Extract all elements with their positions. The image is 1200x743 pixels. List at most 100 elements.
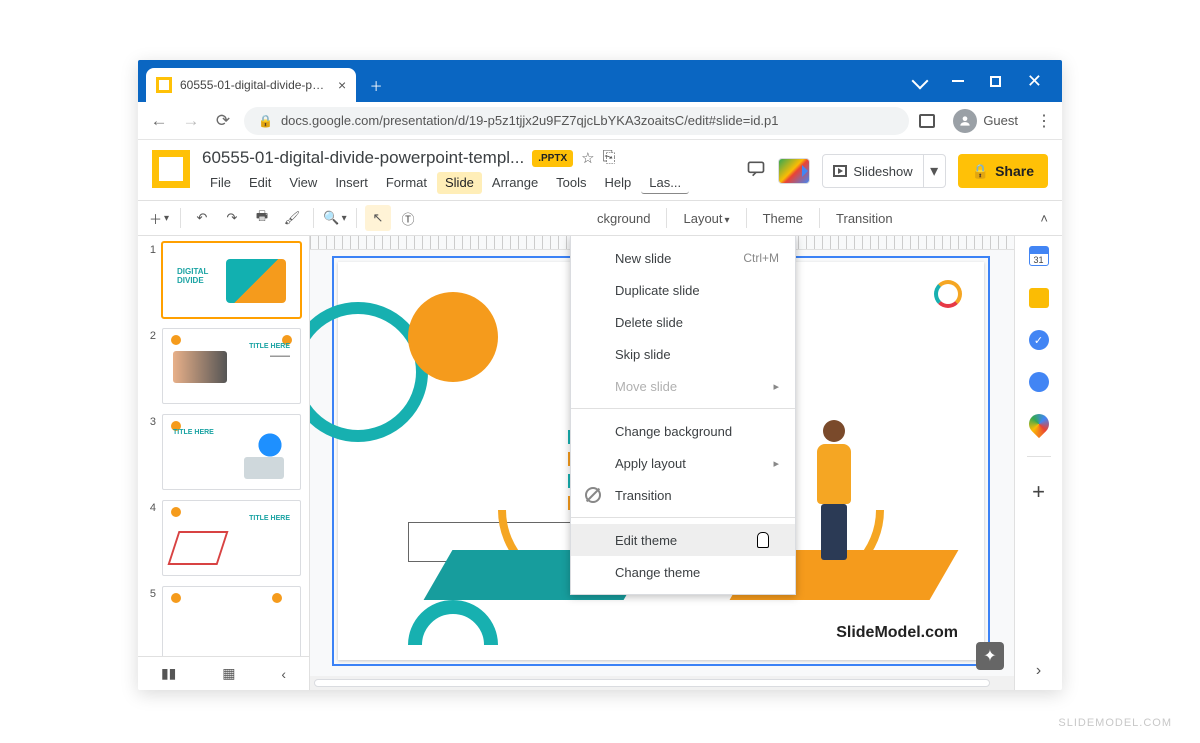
nav-forward-icon[interactable]: → <box>180 111 202 131</box>
chevron-down-icon[interactable] <box>911 73 928 90</box>
thumbnail-footer: ▮▮ ▦ ‹ <box>138 656 309 690</box>
address-bar[interactable]: 🔒 docs.google.com/presentation/d/19-p5z1… <box>244 107 909 135</box>
browser-actions: Guest ⋮ <box>919 109 1052 133</box>
menu-format[interactable]: Format <box>378 172 435 194</box>
thumbnail-1[interactable]: 1 <box>146 242 301 318</box>
window-titlebar: 60555-01-digital-divide-powerpc × ＋ ✕ <box>138 60 1062 102</box>
menu-insert[interactable]: Insert <box>327 172 376 194</box>
slides-logo-icon[interactable] <box>152 150 190 188</box>
toolbar: ＋▾ ↶ ↷ 🖶 🖌 🔍▾ ↖ Ⓣ ckground Layout▾ Theme… <box>138 200 1062 236</box>
menu-slide[interactable]: Slide <box>437 172 482 194</box>
contacts-icon[interactable] <box>1029 372 1049 392</box>
explore-button[interactable]: ✦ <box>976 642 1004 670</box>
tasks-icon[interactable] <box>1029 330 1049 350</box>
side-panel: + › <box>1014 236 1062 690</box>
lock-icon: 🔒 <box>972 163 989 180</box>
menu-separator <box>571 517 795 518</box>
zoom-button[interactable]: 🔍▾ <box>322 205 348 231</box>
nav-back-icon[interactable]: ← <box>148 111 170 131</box>
menu-apply-layout[interactable]: Apply layout▸ <box>571 447 795 479</box>
menu-transition[interactable]: Transition <box>571 479 795 511</box>
window-maximize-icon[interactable] <box>990 76 1001 87</box>
app-header: 60555-01-digital-divide-powerpoint-templ… <box>138 140 1062 194</box>
star-icon[interactable]: ☆ <box>581 149 594 167</box>
document-title[interactable]: 60555-01-digital-divide-powerpoint-templ… <box>202 148 524 168</box>
url-text: docs.google.com/presentation/d/19-p5z1tj… <box>281 113 779 128</box>
meet-button[interactable] <box>778 158 810 184</box>
window-minimize-icon[interactable] <box>952 80 964 82</box>
page-watermark: SLIDEMODEL.COM <box>1058 717 1172 729</box>
menu-move-slide: Move slide▸ <box>571 370 795 402</box>
calendar-icon[interactable] <box>1029 246 1049 266</box>
menu-view[interactable]: View <box>281 172 325 194</box>
browser-window: 60555-01-digital-divide-powerpc × ＋ ✕ ← … <box>138 60 1062 690</box>
thumbnail-5[interactable]: 5 <box>146 586 301 662</box>
menu-tools[interactable]: Tools <box>548 172 594 194</box>
menu-change-background[interactable]: Change background <box>571 415 795 447</box>
menu-separator <box>571 408 795 409</box>
nav-reload-icon[interactable]: ⟳ <box>212 111 234 131</box>
select-tool[interactable]: ↖ <box>365 205 391 231</box>
menu-delete-slide[interactable]: Delete slide <box>571 306 795 338</box>
slideshow-button[interactable]: Slideshow ▾ <box>822 154 945 188</box>
menu-help[interactable]: Help <box>597 172 640 194</box>
collapse-side-icon[interactable]: › <box>1036 662 1041 680</box>
collapse-panel-icon[interactable]: ‹ <box>281 666 286 682</box>
share-button[interactable]: 🔒 Share <box>958 154 1048 188</box>
menu-skip-slide[interactable]: Skip slide <box>571 338 795 370</box>
transition-icon <box>585 487 601 503</box>
toolbar-transition-option[interactable]: Transition <box>828 211 901 226</box>
grid-view-icon[interactable]: ▦ <box>222 665 235 682</box>
profile-button[interactable]: Guest <box>953 109 1018 133</box>
profile-label: Guest <box>983 113 1018 128</box>
thumbnail-3[interactable]: 3 TITLE HERE <box>146 414 301 490</box>
present-icon <box>833 165 847 177</box>
thumbnail-number: 5 <box>146 586 156 662</box>
slideshow-caret[interactable]: ▾ <box>923 155 945 187</box>
thumbnail-number: 4 <box>146 500 156 576</box>
keep-icon[interactable] <box>1029 288 1049 308</box>
new-tab-button[interactable]: ＋ <box>362 71 390 99</box>
menu-edit[interactable]: Edit <box>241 172 279 194</box>
side-separator <box>1027 456 1051 457</box>
add-addon-icon[interactable]: + <box>1032 479 1045 505</box>
menu-change-theme[interactable]: Change theme <box>571 556 795 588</box>
menu-edit-theme[interactable]: Edit theme <box>571 524 795 556</box>
menu-arrange[interactable]: Arrange <box>484 172 546 194</box>
window-close-icon[interactable]: ✕ <box>1027 71 1042 92</box>
slide-thumbnail-panel: 1 2 TITLE HERE ▬▬▬▬ 3 <box>138 236 310 690</box>
thumbnail-number: 1 <box>146 242 156 318</box>
menu-duplicate-slide[interactable]: Duplicate slide <box>571 274 795 306</box>
browser-menu-icon[interactable]: ⋮ <box>1036 111 1052 131</box>
header-actions: Slideshow ▾ 🔒 Share <box>746 154 1048 188</box>
cursor-pointer-icon <box>757 532 771 550</box>
paint-format-button[interactable]: 🖌 <box>279 205 305 231</box>
format-badge: .PPTX <box>532 150 573 167</box>
tab-close-icon[interactable]: × <box>338 77 346 93</box>
comments-icon[interactable] <box>746 159 766 184</box>
print-button[interactable]: 🖶 <box>249 205 275 231</box>
toolbar-layout-option[interactable]: Layout▾ <box>675 211 737 226</box>
new-slide-button[interactable]: ＋▾ <box>146 205 172 231</box>
thumbnail-number: 3 <box>146 414 156 490</box>
menu-overflow[interactable]: Las... <box>641 172 689 194</box>
lock-icon: 🔒 <box>258 114 273 128</box>
slide-canvas[interactable]: New slide Ctrl+M Duplicate slide Delete … <box>310 236 1014 690</box>
maps-icon[interactable] <box>1024 410 1052 438</box>
move-icon[interactable]: ⎘ <box>603 149 616 167</box>
menu-file[interactable]: File <box>202 172 239 194</box>
horizontal-scrollbar[interactable] <box>310 676 1014 690</box>
undo-button[interactable]: ↶ <box>189 205 215 231</box>
reading-list-icon[interactable] <box>919 114 935 128</box>
toolbar-theme-option[interactable]: Theme <box>755 211 811 226</box>
collapse-toolbar-icon[interactable]: ˄ <box>1040 211 1048 226</box>
thumbnail-2[interactable]: 2 TITLE HERE ▬▬▬▬ <box>146 328 301 404</box>
filmstrip-view-icon[interactable]: ▮▮ <box>161 665 176 682</box>
menu-new-slide[interactable]: New slide Ctrl+M <box>571 242 795 274</box>
browser-tab-active[interactable]: 60555-01-digital-divide-powerpc × <box>146 68 356 102</box>
redo-button[interactable]: ↷ <box>219 205 245 231</box>
toolbar-background-option[interactable]: ckground <box>589 211 658 226</box>
thumbnail-4[interactable]: 4 TITLE HERE <box>146 500 301 576</box>
slides-app: 60555-01-digital-divide-powerpoint-templ… <box>138 140 1062 690</box>
textbox-tool[interactable]: Ⓣ <box>395 205 421 231</box>
